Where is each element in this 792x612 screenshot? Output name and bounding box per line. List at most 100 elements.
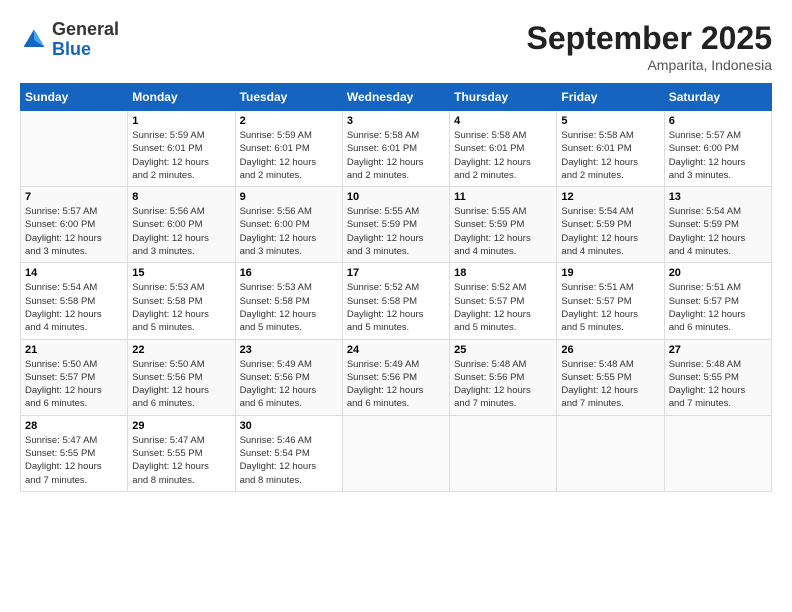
- calendar-cell: 12 Sunrise: 5:54 AMSunset: 5:59 PMDayligh…: [557, 187, 664, 263]
- calendar-cell: 3Sunrise: 5:58 AMSunset: 6:01 PMDaylight…: [342, 111, 449, 187]
- calendar-cell: 14 Sunrise: 5:54 AMSunset: 5:58 PMDayligh…: [21, 263, 128, 339]
- calendar-cell: 15 Sunrise: 5:53 AMSunset: 5:58 PMDayligh…: [128, 263, 235, 339]
- day-number: 13: [669, 191, 767, 203]
- day-number: 29: [132, 420, 230, 432]
- day-number: 19: [561, 267, 659, 279]
- day-info: Sunrise: 5:55 AMSunset: 5:59 PMDaylight:…: [454, 205, 552, 258]
- calendar-cell: 23 Sunrise: 5:49 AMSunset: 5:56 PMDayligh…: [235, 339, 342, 415]
- day-info: Sunrise: 5:57 AMSunset: 6:00 PMDaylight:…: [25, 205, 123, 258]
- calendar-week-3: 14 Sunrise: 5:54 AMSunset: 5:58 PMDayligh…: [21, 263, 772, 339]
- calendar-week-5: 28 Sunrise: 5:47 AMSunset: 5:55 PMDayligh…: [21, 415, 772, 491]
- page-header: General Blue September 2025 Amparita, In…: [20, 20, 772, 73]
- day-number: 7: [25, 191, 123, 203]
- calendar-cell: 30 Sunrise: 5:46 AMSunset: 5:54 PMDayligh…: [235, 415, 342, 491]
- day-info: Sunrise: 5:52 AMSunset: 5:58 PMDaylight:…: [347, 281, 445, 334]
- day-number: 30: [240, 420, 338, 432]
- calendar-cell: 16Sunrise: 5:53 AMSunset: 5:58 PMDayligh…: [235, 263, 342, 339]
- day-number: 23: [240, 344, 338, 356]
- calendar-cell: [21, 111, 128, 187]
- day-info: Sunrise: 5:54 AMSunset: 5:58 PMDaylight:…: [25, 281, 123, 334]
- calendar-cell: 26Sunrise: 5:48 AMSunset: 5:55 PMDayligh…: [557, 339, 664, 415]
- day-number: 28: [25, 420, 123, 432]
- calendar-cell: 11 Sunrise: 5:55 AMSunset: 5:59 PMDayligh…: [450, 187, 557, 263]
- calendar-cell: 27 Sunrise: 5:48 AMSunset: 5:55 PMDayligh…: [664, 339, 771, 415]
- day-info: Sunrise: 5:53 AMSunset: 5:58 PMDaylight:…: [240, 281, 338, 334]
- day-info: Sunrise: 5:58 AMSunset: 6:01 PMDaylight:…: [561, 129, 659, 182]
- month-title: September 2025: [527, 20, 772, 57]
- weekday-header-thursday: Thursday: [450, 84, 557, 111]
- logo-icon: [20, 26, 48, 54]
- calendar-week-4: 21 Sunrise: 5:50 AMSunset: 5:57 PMDayligh…: [21, 339, 772, 415]
- day-info: Sunrise: 5:54 AMSunset: 5:59 PMDaylight:…: [561, 205, 659, 258]
- day-number: 6: [669, 115, 767, 127]
- day-info: Sunrise: 5:54 AMSunset: 5:59 PMDaylight:…: [669, 205, 767, 258]
- calendar-cell: 5 Sunrise: 5:58 AMSunset: 6:01 PMDaylight…: [557, 111, 664, 187]
- day-number: 10: [347, 191, 445, 203]
- day-info: Sunrise: 5:50 AMSunset: 5:56 PMDaylight:…: [132, 358, 230, 411]
- day-info: Sunrise: 5:48 AMSunset: 5:56 PMDaylight:…: [454, 358, 552, 411]
- day-info: Sunrise: 5:56 AMSunset: 6:00 PMDaylight:…: [240, 205, 338, 258]
- calendar-week-1: 1 Sunrise: 5:59 AMSunset: 6:01 PMDaylight…: [21, 111, 772, 187]
- day-number: 8: [132, 191, 230, 203]
- day-info: Sunrise: 5:51 AMSunset: 5:57 PMDaylight:…: [561, 281, 659, 334]
- day-number: 2: [240, 115, 338, 127]
- calendar-cell: 24Sunrise: 5:49 AMSunset: 5:56 PMDayligh…: [342, 339, 449, 415]
- calendar-table: SundayMondayTuesdayWednesdayThursdayFrid…: [20, 83, 772, 492]
- calendar-cell: 7 Sunrise: 5:57 AMSunset: 6:00 PMDaylight…: [21, 187, 128, 263]
- day-number: 11: [454, 191, 552, 203]
- day-info: Sunrise: 5:46 AMSunset: 5:54 PMDaylight:…: [240, 434, 338, 487]
- day-info: Sunrise: 5:47 AMSunset: 5:55 PMDaylight:…: [132, 434, 230, 487]
- day-number: 20: [669, 267, 767, 279]
- logo: General Blue: [20, 20, 119, 60]
- day-info: Sunrise: 5:53 AMSunset: 5:58 PMDaylight:…: [132, 281, 230, 334]
- day-info: Sunrise: 5:48 AMSunset: 5:55 PMDaylight:…: [669, 358, 767, 411]
- day-info: Sunrise: 5:49 AMSunset: 5:56 PMDaylight:…: [240, 358, 338, 411]
- day-number: 17: [347, 267, 445, 279]
- calendar-cell: 10 Sunrise: 5:55 AMSunset: 5:59 PMDayligh…: [342, 187, 449, 263]
- title-block: September 2025 Amparita, Indonesia: [527, 20, 772, 73]
- calendar-cell: 20 Sunrise: 5:51 AMSunset: 5:57 PMDayligh…: [664, 263, 771, 339]
- calendar-cell: 25Sunrise: 5:48 AMSunset: 5:56 PMDayligh…: [450, 339, 557, 415]
- calendar-cell: 21 Sunrise: 5:50 AMSunset: 5:57 PMDayligh…: [21, 339, 128, 415]
- day-info: Sunrise: 5:52 AMSunset: 5:57 PMDaylight:…: [454, 281, 552, 334]
- calendar-cell: 19 Sunrise: 5:51 AMSunset: 5:57 PMDayligh…: [557, 263, 664, 339]
- day-number: 26: [561, 344, 659, 356]
- weekday-header-sunday: Sunday: [21, 84, 128, 111]
- calendar-cell: 6 Sunrise: 5:57 AMSunset: 6:00 PMDaylight…: [664, 111, 771, 187]
- calendar-cell: 1Sunrise: 5:59 AMSunset: 6:01 PMDaylight…: [128, 111, 235, 187]
- day-number: 14: [25, 267, 123, 279]
- logo-text: General Blue: [52, 20, 119, 60]
- day-number: 24: [347, 344, 445, 356]
- weekday-header-wednesday: Wednesday: [342, 84, 449, 111]
- logo-general: General: [52, 20, 119, 40]
- day-info: Sunrise: 5:57 AMSunset: 6:00 PMDaylight:…: [669, 129, 767, 182]
- weekday-header-monday: Monday: [128, 84, 235, 111]
- day-info: Sunrise: 5:50 AMSunset: 5:57 PMDaylight:…: [25, 358, 123, 411]
- day-info: Sunrise: 5:58 AMSunset: 6:01 PMDaylight:…: [347, 129, 445, 182]
- day-number: 27: [669, 344, 767, 356]
- calendar-cell: 18Sunrise: 5:52 AMSunset: 5:57 PMDayligh…: [450, 263, 557, 339]
- day-info: Sunrise: 5:59 AMSunset: 6:01 PMDaylight:…: [240, 129, 338, 182]
- day-number: 12: [561, 191, 659, 203]
- weekday-header-row: SundayMondayTuesdayWednesdayThursdayFrid…: [21, 84, 772, 111]
- calendar-cell: 29 Sunrise: 5:47 AMSunset: 5:55 PMDayligh…: [128, 415, 235, 491]
- weekday-header-tuesday: Tuesday: [235, 84, 342, 111]
- calendar-cell: 13 Sunrise: 5:54 AMSunset: 5:59 PMDayligh…: [664, 187, 771, 263]
- day-info: Sunrise: 5:56 AMSunset: 6:00 PMDaylight:…: [132, 205, 230, 258]
- day-number: 21: [25, 344, 123, 356]
- logo-blue: Blue: [52, 40, 119, 60]
- day-info: Sunrise: 5:58 AMSunset: 6:01 PMDaylight:…: [454, 129, 552, 182]
- day-info: Sunrise: 5:47 AMSunset: 5:55 PMDaylight:…: [25, 434, 123, 487]
- day-number: 22: [132, 344, 230, 356]
- day-number: 1: [132, 115, 230, 127]
- calendar-week-2: 7 Sunrise: 5:57 AMSunset: 6:00 PMDaylight…: [21, 187, 772, 263]
- calendar-cell: 22 Sunrise: 5:50 AMSunset: 5:56 PMDayligh…: [128, 339, 235, 415]
- location: Amparita, Indonesia: [527, 57, 772, 73]
- calendar-cell: [557, 415, 664, 491]
- day-number: 15: [132, 267, 230, 279]
- day-info: Sunrise: 5:55 AMSunset: 5:59 PMDaylight:…: [347, 205, 445, 258]
- day-number: 5: [561, 115, 659, 127]
- weekday-header-saturday: Saturday: [664, 84, 771, 111]
- calendar-cell: 4Sunrise: 5:58 AMSunset: 6:01 PMDaylight…: [450, 111, 557, 187]
- day-info: Sunrise: 5:51 AMSunset: 5:57 PMDaylight:…: [669, 281, 767, 334]
